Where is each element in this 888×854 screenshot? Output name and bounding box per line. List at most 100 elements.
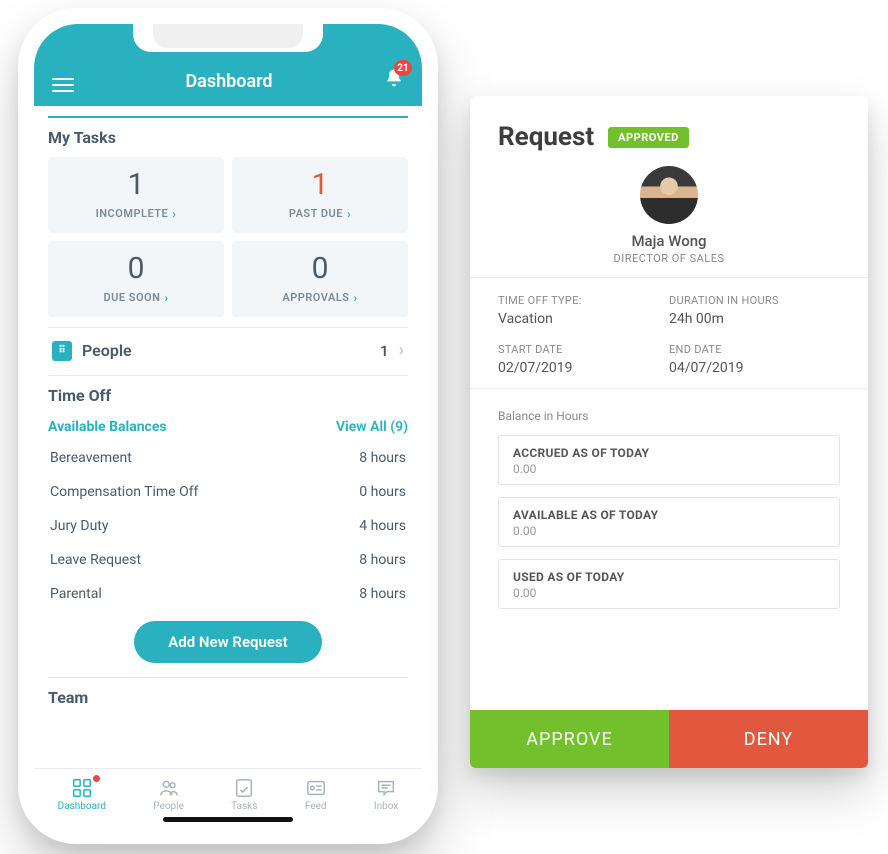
balance-box-label: AVAILABLE AS OF TODAY (513, 508, 825, 522)
notifications-button[interactable]: 21 (384, 68, 404, 92)
balance-box-value: 0.00 (513, 586, 825, 600)
chevron-right-icon: › (354, 291, 358, 305)
task-label: INCOMPLETE (96, 207, 169, 220)
feed-icon (305, 777, 327, 799)
detail-duration: DURATION IN HOURS 24h 00m (669, 294, 840, 327)
chevron-right-icon: › (347, 207, 351, 221)
deny-button[interactable]: DENY (669, 710, 868, 768)
detail-label: TIME OFF TYPE: (498, 294, 669, 307)
balance-value: 8 hours (359, 552, 406, 568)
view-all-link[interactable]: View All (9) (336, 419, 408, 435)
chevron-right-icon: › (164, 291, 168, 305)
phone-frame: Dashboard 21 My Tasks 1 INCOMPLETE› 1 PA… (18, 8, 438, 844)
action-bar: APPROVE DENY (470, 710, 868, 768)
balance-value: 8 hours (359, 586, 406, 602)
status-badge: APPROVED (608, 127, 689, 148)
people-row[interactable]: ⠿ People 1 › (48, 327, 408, 373)
balances-label: Available Balances (48, 419, 167, 435)
menu-icon[interactable] (52, 78, 74, 92)
balance-name: Compensation Time Off (50, 484, 198, 500)
phone-notch (133, 24, 323, 52)
balance-name: Parental (50, 586, 102, 602)
chevron-right-icon: › (399, 340, 404, 361)
tab-tasks[interactable]: Tasks (231, 777, 257, 812)
people-icon (158, 777, 180, 799)
dashboard-icon (71, 777, 93, 799)
balance-row[interactable]: Parental 8 hours (48, 577, 408, 611)
tab-feed[interactable]: Feed (305, 777, 327, 812)
card-header: Request APPROVED (470, 96, 868, 162)
tab-people[interactable]: People (153, 777, 184, 812)
detail-label: START DATE (498, 343, 669, 356)
notification-dot (93, 775, 100, 782)
task-count: 1 (240, 167, 400, 202)
team-title: Team (48, 677, 408, 707)
tab-label: Tasks (231, 801, 257, 812)
detail-start-date: START DATE 02/07/2019 (498, 343, 669, 376)
phone-screen: Dashboard 21 My Tasks 1 INCOMPLETE› 1 PA… (34, 24, 422, 828)
task-count: 0 (56, 251, 216, 286)
tasks-icon (233, 777, 255, 799)
request-details: TIME OFF TYPE: Vacation DURATION IN HOUR… (470, 277, 868, 388)
task-tile-approvals[interactable]: 0 APPROVALS › (232, 241, 408, 317)
approve-button[interactable]: APPROVE (470, 710, 669, 768)
balance-used: USED AS OF TODAY 0.00 (498, 559, 840, 609)
balance-box-label: USED AS OF TODAY (513, 570, 825, 584)
people-icon: ⠿ (52, 341, 72, 361)
balance-value: 0 hours (359, 484, 406, 500)
dashboard-content: My Tasks 1 INCOMPLETE› 1 PAST DUE› 0 DUE… (34, 106, 422, 768)
people-count: 1 (380, 342, 389, 360)
balance-row[interactable]: Compensation Time Off 0 hours (48, 475, 408, 509)
balance-name: Jury Duty (50, 518, 109, 534)
page-title: Dashboard (74, 71, 384, 92)
tab-label: People (153, 801, 184, 812)
task-count: 0 (240, 251, 400, 286)
balance-box-value: 0.00 (513, 524, 825, 538)
requester-role: DIRECTOR OF SALES (470, 252, 868, 265)
balance-section: Balance in Hours ACCRUED AS OF TODAY 0.0… (470, 388, 868, 710)
task-tile-incomplete[interactable]: 1 INCOMPLETE› (48, 157, 224, 233)
balance-row[interactable]: Jury Duty 4 hours (48, 509, 408, 543)
tab-dashboard[interactable]: Dashboard (58, 777, 106, 812)
task-tile-past-due[interactable]: 1 PAST DUE › (232, 157, 408, 233)
balance-section-title: Balance in Hours (498, 409, 840, 423)
balance-box-value: 0.00 (513, 462, 825, 476)
card-title: Request (498, 122, 594, 152)
detail-value: Vacation (498, 311, 669, 327)
requester-profile: Maja Wong DIRECTOR OF SALES (470, 162, 868, 277)
tab-inbox[interactable]: Inbox (374, 777, 398, 812)
detail-label: END DATE (669, 343, 840, 356)
home-indicator (163, 817, 293, 822)
balance-available: AVAILABLE AS OF TODAY 0.00 (498, 497, 840, 547)
notification-badge: 21 (394, 60, 412, 76)
balance-row[interactable]: Bereavement 8 hours (48, 441, 408, 475)
detail-label: DURATION IN HOURS (669, 294, 840, 307)
detail-value: 24h 00m (669, 311, 840, 327)
task-label: APPROVALS (282, 291, 349, 304)
balance-name: Bereavement (50, 450, 132, 466)
my-tasks-title: My Tasks (48, 128, 408, 147)
tab-label: Feed (305, 801, 327, 812)
detail-value: 04/07/2019 (669, 360, 840, 376)
inbox-icon (375, 777, 397, 799)
divider (48, 116, 408, 118)
task-tile-due-soon[interactable]: 0 DUE SOON› (48, 241, 224, 317)
time-off-title: Time Off (48, 386, 408, 405)
balance-name: Leave Request (50, 552, 141, 568)
requester-name: Maja Wong (470, 232, 868, 250)
detail-value: 02/07/2019 (498, 360, 669, 376)
tab-label: Dashboard (58, 801, 106, 812)
people-label: People (82, 341, 380, 360)
avatar (640, 166, 698, 224)
task-label: PAST DUE (289, 207, 343, 220)
balance-value: 4 hours (359, 518, 406, 534)
balance-row[interactable]: Leave Request 8 hours (48, 543, 408, 577)
divider (48, 375, 408, 376)
balance-box-label: ACCRUED AS OF TODAY (513, 446, 825, 460)
tasks-grid: 1 INCOMPLETE› 1 PAST DUE› 0 DUE SOON› 0 … (48, 157, 408, 317)
detail-end-date: END DATE 04/07/2019 (669, 343, 840, 376)
task-count: 1 (56, 167, 216, 202)
chevron-right-icon: › (172, 207, 176, 221)
request-card: Request APPROVED Maja Wong DIRECTOR OF S… (470, 96, 868, 768)
add-new-request-button[interactable]: Add New Request (134, 621, 321, 663)
